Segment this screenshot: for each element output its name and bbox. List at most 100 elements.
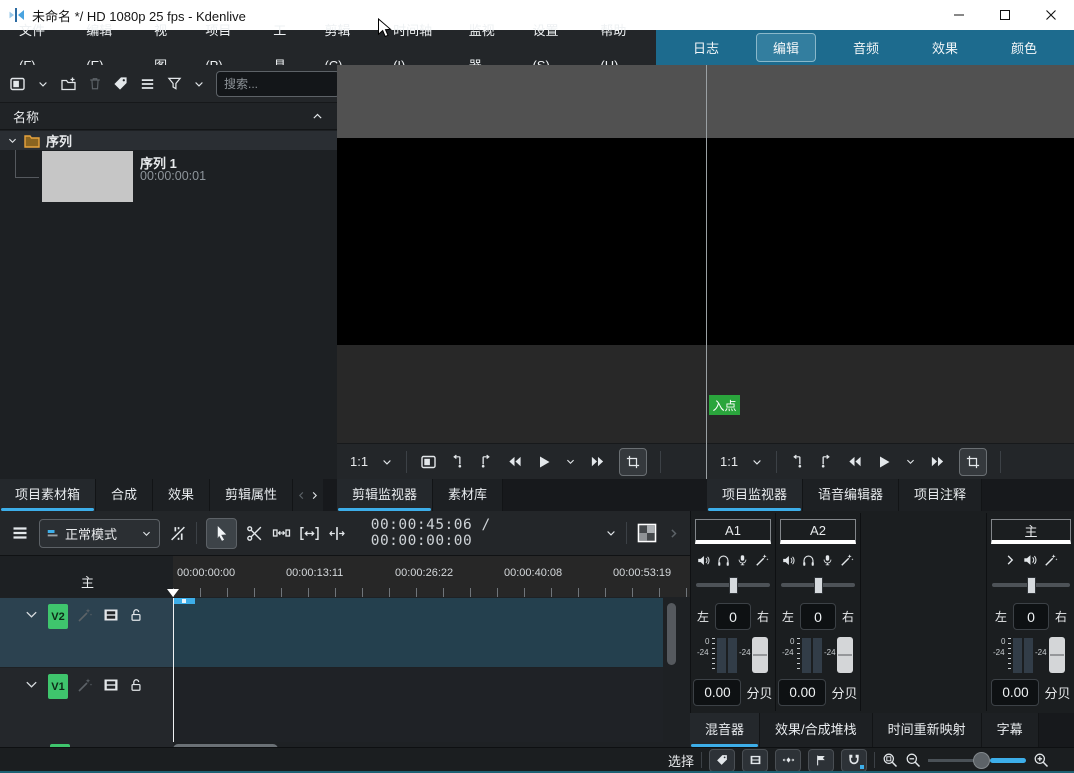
track-lane-v1[interactable] (173, 668, 663, 742)
track-lock-icon[interactable] (129, 677, 143, 693)
markers-button[interactable] (808, 749, 834, 772)
volume-fader[interactable] (752, 637, 768, 673)
workspace-effects-button[interactable]: 效果 (916, 34, 974, 61)
zoom-dropdown-icon[interactable] (381, 456, 393, 468)
mute-button[interactable] (1023, 553, 1037, 567)
zone-mode-button[interactable] (959, 448, 987, 476)
av-split-button[interactable] (169, 525, 187, 542)
zoom-slider-track-right[interactable] (990, 758, 1026, 763)
mute-button[interactable] (697, 554, 710, 567)
workspace-color-button[interactable]: 颜色 (995, 34, 1053, 61)
solo-button[interactable] (717, 554, 730, 567)
workspace-editing-button[interactable]: 编辑 (756, 33, 816, 62)
zone-handle[interactable] (182, 599, 186, 603)
goto-zone-start-button[interactable] (450, 454, 465, 469)
record-button[interactable] (822, 553, 833, 567)
pan-value-spinbox[interactable]: 0 (1013, 603, 1049, 630)
zoom-slider-track-left[interactable] (928, 759, 973, 762)
timeline-vertical-scrollbar[interactable] (667, 603, 676, 665)
monitor-splitter[interactable] (706, 65, 707, 479)
track-effects-icon[interactable] (77, 677, 93, 693)
search-input[interactable] (216, 71, 340, 97)
selection-tool-button[interactable] (206, 518, 236, 549)
pan-slider-handle[interactable] (729, 577, 738, 594)
tab-project-notes[interactable]: 项目注释 (899, 479, 982, 511)
master-track-button[interactable]: 主 (81, 572, 94, 591)
zone-mode-button[interactable] (619, 448, 647, 476)
tab-clip-properties[interactable]: 剪辑属性 (210, 479, 293, 511)
channel-name-button[interactable]: A1 (695, 519, 771, 544)
timeline-timecode[interactable]: 00:00:45:06 / 00:00:00:00 (371, 517, 596, 549)
workspace-audio-button[interactable]: 音频 (837, 34, 895, 61)
filter-button[interactable] (167, 76, 182, 91)
chevron-right-icon[interactable] (309, 490, 320, 501)
track-badge-v1[interactable]: V1 (48, 674, 68, 699)
video-thumbnails-button[interactable] (742, 749, 768, 772)
tab-project-bin[interactable]: 项目素材箱 (0, 479, 96, 511)
collapse-button[interactable] (1004, 554, 1016, 566)
create-folder-button[interactable] (60, 76, 77, 92)
add-clip-dropdown[interactable] (37, 78, 49, 90)
timeline-zone-bar[interactable] (174, 598, 195, 604)
record-button[interactable] (737, 553, 748, 567)
track-header-v2[interactable]: V2 (0, 598, 173, 667)
delete-button[interactable] (88, 76, 102, 91)
zoom-level-label[interactable]: 1:1 (720, 454, 738, 469)
track-lock-icon[interactable] (129, 607, 143, 623)
track-collapse-icon[interactable] (24, 607, 39, 622)
volume-fader[interactable] (1049, 637, 1065, 673)
gain-spinbox[interactable]: 0.00 (991, 679, 1039, 706)
clip-monitor-video-area[interactable] (337, 138, 707, 345)
goto-zone-end-button[interactable] (818, 454, 833, 469)
play-dropdown-icon[interactable] (565, 456, 576, 467)
track-effects-icon[interactable] (77, 607, 93, 623)
chevron-left-icon[interactable] (296, 490, 307, 501)
fast-forward-button[interactable] (929, 454, 946, 469)
solo-button[interactable] (802, 554, 815, 567)
zoom-out-button[interactable] (905, 752, 921, 768)
play-button[interactable] (536, 454, 552, 470)
preview-render-button[interactable] (636, 522, 658, 544)
track-thumbnails-icon[interactable] (102, 607, 120, 623)
effects-button[interactable] (1044, 553, 1058, 567)
tab-effects[interactable]: 效果 (153, 479, 210, 511)
tab-effect-stack[interactable]: 效果/合成堆栈 (760, 713, 873, 747)
tab-mixer[interactable]: 混音器 (690, 713, 760, 747)
pan-slider-handle[interactable] (1027, 577, 1036, 594)
track-lane-v2[interactable] (173, 598, 663, 667)
tab-clip-monitor[interactable]: 剪辑监视器 (337, 479, 433, 511)
bin-menu-button[interactable] (139, 77, 156, 91)
playhead-line[interactable] (173, 598, 174, 742)
tab-time-remap[interactable]: 时间重新映射 (873, 713, 982, 747)
close-button[interactable] (1028, 0, 1074, 30)
rewind-button[interactable] (506, 454, 523, 469)
audio-thumbnails-button[interactable] (775, 749, 801, 772)
add-clip-button[interactable] (9, 76, 26, 92)
timecode-dropdown-icon[interactable] (605, 527, 617, 539)
tab-project-monitor[interactable]: 项目监视器 (707, 479, 803, 511)
play-dropdown-icon[interactable] (905, 456, 916, 467)
bin-item-sequence[interactable]: 序列 1 00:00:00:01 (0, 150, 337, 204)
collapse-all-icon[interactable] (311, 110, 324, 123)
pan-slider-handle[interactable] (814, 577, 823, 594)
goto-zone-start-button[interactable] (790, 454, 805, 469)
tag-button[interactable] (113, 76, 128, 91)
project-monitor-video-area[interactable] (707, 138, 1074, 345)
channel-name-button[interactable]: A2 (780, 519, 856, 544)
volume-fader[interactable] (837, 637, 853, 673)
timeline-zoom-slider[interactable] (928, 752, 1026, 769)
spacer-tool-button[interactable] (272, 526, 291, 540)
snap-button[interactable] (841, 749, 867, 772)
play-button[interactable] (876, 454, 892, 470)
goto-zone-end-button[interactable] (478, 454, 493, 469)
track-header-v1[interactable]: V1 (0, 668, 173, 742)
effects-button[interactable] (840, 553, 854, 567)
clip-thumbnail[interactable] (42, 151, 133, 202)
mute-button[interactable] (782, 554, 795, 567)
pan-value-spinbox[interactable]: 0 (800, 603, 836, 630)
tab-compositions[interactable]: 合成 (96, 479, 153, 511)
track-thumbnails-icon[interactable] (102, 677, 120, 693)
gain-spinbox[interactable]: 0.00 (778, 679, 826, 706)
tab-subtitles[interactable]: 字幕 (982, 713, 1039, 747)
fit-zoom-button[interactable] (300, 526, 319, 541)
